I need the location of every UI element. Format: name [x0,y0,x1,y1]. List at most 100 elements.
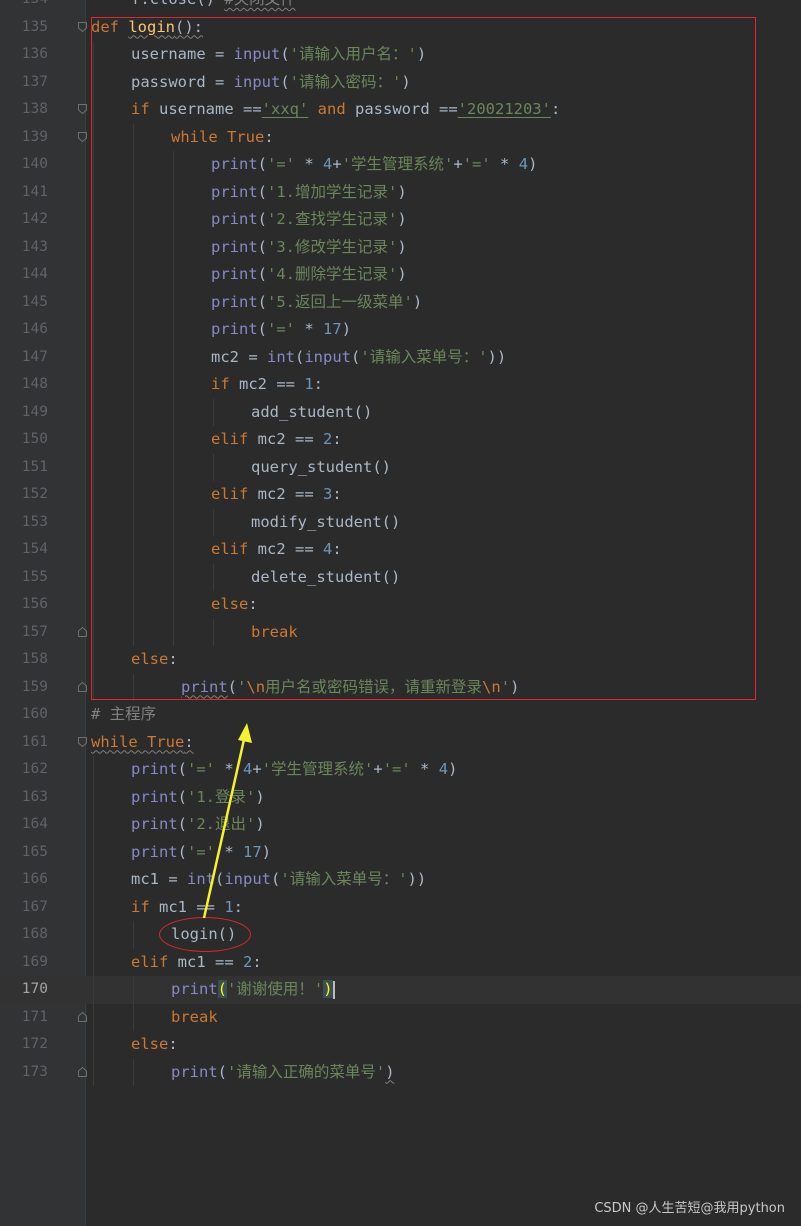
code-line-157[interactable]: 157 break [0,618,801,647]
code-line-150[interactable]: 150 elif mc2 == 2: [0,426,801,454]
code-line-142[interactable]: 142 print('2.查找学生记录') [0,206,801,234]
fold-open-icon[interactable] [78,131,87,142]
fold-close-icon[interactable] [78,1066,87,1077]
code-text[interactable]: else: [131,1031,178,1059]
code-text[interactable]: print('=' * 4+'学生管理系统'+'=' * 4) [211,151,537,179]
code-text[interactable]: print('2.查找学生记录') [211,206,407,234]
code-text[interactable]: if mc2 == 1: [211,371,323,399]
code-line-140[interactable]: 140 print('=' * 4+'学生管理系统'+'=' * 4) [0,151,801,179]
line-number: 167 [21,898,48,915]
fold-close-icon[interactable] [78,626,87,637]
code-text[interactable]: print('谢谢使用！') [171,976,335,1004]
code-line-135[interactable]: 135 def login(): [0,14,801,42]
code-text[interactable]: modify_student() [251,509,400,537]
fold-close-icon[interactable] [78,681,87,692]
code-text[interactable]: if mc1 == 1: [131,894,243,922]
code-line-168[interactable]: 168 login() [0,921,801,949]
code-line-152[interactable]: 152 elif mc2 == 3: [0,481,801,509]
code-text[interactable]: print('=' * 17) [211,316,351,344]
code-line-173[interactable]: 173 print('请输入正确的菜单号') [0,1058,801,1087]
code-text[interactable]: username = input('请输入用户名：') [131,41,426,69]
code-line-166[interactable]: 166 mc1 = int(input('请输入菜单号：')) [0,866,801,894]
code-text[interactable]: delete_student() [251,564,400,592]
code-line-136[interactable]: 136 username = input('请输入用户名：') [0,41,801,69]
code-text[interactable]: # 主程序 [91,701,156,729]
line-number: 168 [21,926,48,942]
code-line-138[interactable]: 138 if username =='xxq' and password =='2… [0,96,801,124]
code-line-172[interactable]: 172 else: [0,1031,801,1059]
code-line-145[interactable]: 145 print('5.返回上一级菜单') [0,288,801,317]
code-text[interactable]: break [171,1004,218,1032]
code-text[interactable]: password = input('请输入密码：') [131,69,411,97]
code-text[interactable]: def login(): [91,14,203,42]
code-token: ( [271,870,281,888]
code-line-137[interactable]: 137 password = input('请输入密码：') [0,68,801,97]
code-line-159[interactable]: 159 print('\n用户名或密码错误，请重新登录\n') [0,673,801,702]
code-line-148[interactable]: 148 if mc2 == 1: [0,371,801,399]
code-text[interactable]: while True: [91,729,194,757]
code-text[interactable]: elif mc2 == 3: [211,481,342,509]
code-text[interactable]: mc2 = int(input('请输入菜单号：')) [211,344,506,372]
code-text[interactable]: else: [131,646,178,674]
code-text[interactable]: elif mc1 == 2: [131,949,262,977]
line-number: 152 [21,486,48,502]
code-text[interactable]: elif mc2 == 2: [211,426,342,454]
code-text[interactable]: mc1 = int(input('请输入菜单号：')) [131,866,426,894]
code-line-161[interactable]: 161 while True: [0,729,801,757]
code-line-143[interactable]: 143 print('3.修改学生记录') [0,233,801,262]
indent-guide [93,563,94,591]
fold-close-icon[interactable] [78,1011,87,1022]
code-text[interactable]: print('=' * 17) [131,839,271,867]
code-text[interactable]: print('3.修改学生记录') [211,234,407,262]
indent-guide [93,783,94,811]
line-number: 172 [21,1036,48,1052]
code-text[interactable]: print('请输入正确的菜单号') [171,1059,395,1087]
code-text[interactable]: elif mc2 == 4: [211,536,342,564]
code-text[interactable]: login() [171,921,236,949]
code-text[interactable]: print('2.退出') [131,811,265,839]
code-text[interactable]: print('4.删除学生记录') [211,261,407,289]
code-line-165[interactable]: 165 print('=' * 17) [0,838,801,867]
code-text[interactable]: while True: [171,124,274,152]
code-text[interactable]: print('=' * 4+'学生管理系统'+'=' * 4) [131,756,457,784]
code-token: 2 [323,430,333,448]
code-line-146[interactable]: 146 print('=' * 17) [0,316,801,344]
code-line-169[interactable]: 169 elif mc1 == 2: [0,948,801,977]
code-line-163[interactable]: 163 print('1.登录') [0,783,801,812]
code-line-134[interactable]: 134 f.close() #关闭文件 [0,0,801,14]
code-line-154[interactable]: 154 elif mc2 == 4: [0,536,801,564]
code-line-156[interactable]: 156 else: [0,591,801,619]
code-line-155[interactable]: 155 delete_student() [0,563,801,592]
code-line-141[interactable]: 141 print('1.增加学生记录') [0,178,801,207]
code-line-162[interactable]: 162 print('=' * 4+'学生管理系统'+'=' * 4) [0,756,801,784]
code-line-164[interactable]: 164 print('2.退出') [0,811,801,839]
code-text[interactable]: if username =='xxq' and password =='2002… [131,96,560,124]
code-text[interactable]: print('1.增加学生记录') [211,179,407,207]
code-token: ( [257,237,268,256]
fold-open-icon[interactable] [78,104,87,114]
code-line-139[interactable]: 139 while True: [0,123,801,152]
code-line-144[interactable]: 144 print('4.删除学生记录') [0,261,801,289]
code-line-153[interactable]: 153 modify_student() [0,508,801,537]
code-token: '20021203' [457,100,551,118]
code-text[interactable]: break [251,619,298,647]
code-line-151[interactable]: 151 query_student() [0,453,801,482]
code-text[interactable]: print('\n用户名或密码错误，请重新登录\n') [181,674,519,702]
code-line-160[interactable]: 160 # 主程序 [0,701,801,729]
code-text[interactable]: print('1.登录') [131,784,265,812]
fold-open-icon[interactable] [78,21,87,32]
code-editor[interactable]: 134f.close() #关闭文件135def login():136user… [0,0,801,1086]
code-line-149[interactable]: 149 add_student() [0,398,801,427]
code-text[interactable]: query_student() [251,454,391,482]
code-line-147[interactable]: 147 mc2 = int(input('请输入菜单号：')) [0,343,801,372]
code-line-170[interactable]: 170 print('谢谢使用！') [0,976,801,1004]
code-line-171[interactable]: 171 break [0,1003,801,1032]
indent-guide [93,866,94,894]
code-text[interactable]: print('5.返回上一级菜单') [211,289,422,317]
fold-open-icon[interactable] [78,736,87,747]
code-text[interactable]: add_student() [251,399,372,427]
code-text[interactable]: else: [211,591,258,619]
code-line-167[interactable]: 167 if mc1 == 1: [0,893,801,922]
code-text[interactable]: f.close() #关闭文件 [131,0,296,14]
code-line-158[interactable]: 158 else: [0,646,801,674]
